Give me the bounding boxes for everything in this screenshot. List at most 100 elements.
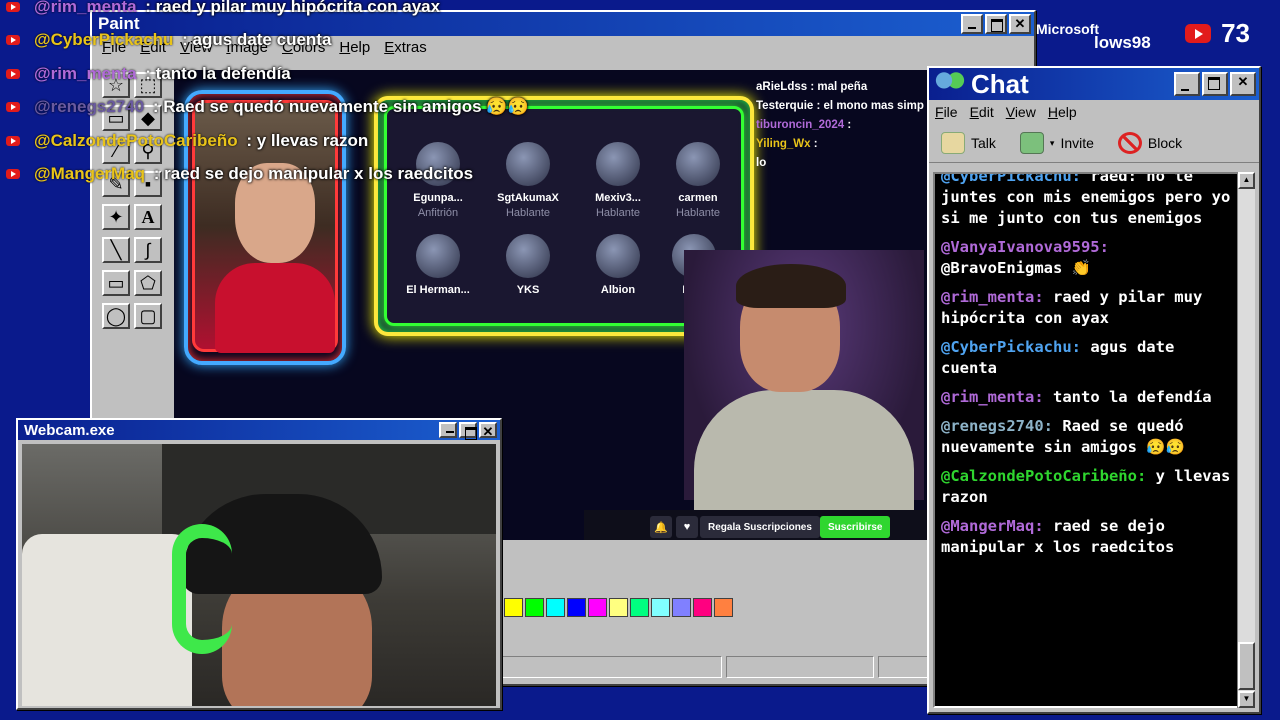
streamer-hair — [736, 264, 846, 308]
scroll-thumb[interactable] — [1238, 642, 1255, 690]
text-tool[interactable]: A — [134, 204, 162, 230]
chat-message: @VanyaIvanova9595: @BravoEnigmas 👏 — [941, 237, 1233, 279]
speaker-name: carmen — [678, 192, 718, 204]
overlay-chat: @rim_menta : raed y pilar muy hipócrita … — [0, 0, 560, 191]
heart-icon[interactable]: ♥ — [676, 516, 698, 538]
talk-button[interactable]: Talk — [941, 132, 996, 154]
speaker-name: YKS — [516, 284, 540, 296]
speaker-tile[interactable]: El Herman... — [398, 234, 478, 296]
chat-menu-help[interactable]: Help — [1048, 104, 1077, 120]
subscribe-button[interactable]: Suscribirse — [820, 516, 891, 538]
overlay-chat-text: tanto la defendía — [155, 63, 291, 83]
microsoft-windows98-logo: Microsoft lows98 — [1036, 22, 1151, 52]
overlay-chat-text: y llevas razon — [256, 130, 369, 150]
overlay-chat-text: Raed se quedó nuevamente sin amigos 😥😥 — [163, 97, 529, 117]
rectangle-tool[interactable]: ▭ — [102, 270, 130, 296]
polygon-tool[interactable]: ⬠ — [134, 270, 162, 296]
webcam-minimize-button[interactable] — [439, 422, 457, 438]
scroll-down-button[interactable]: ▼ — [1238, 691, 1255, 708]
chat-messages[interactable]: @CyberPickachu: raed: no te juntes con m… — [933, 172, 1241, 708]
chat-message-user[interactable]: @CyberPickachu: — [941, 338, 1081, 356]
speaker-role: Hablante — [675, 207, 721, 219]
chat-message-user[interactable]: @rim_menta: — [941, 388, 1044, 406]
speaker-tile[interactable]: YKS — [488, 234, 568, 296]
viewer-count: 73 — [1221, 18, 1250, 48]
block-button[interactable]: Block — [1117, 132, 1183, 154]
invite-button[interactable]: ▾ Invite — [1019, 132, 1094, 154]
speaker-tile[interactable]: carmen Hablante — [658, 142, 738, 219]
chat-message: @renegs2740: Raed se quedó nuevamente si… — [941, 416, 1233, 458]
block-icon — [1117, 132, 1142, 154]
overlay-chat-text: agus date cuenta — [192, 30, 332, 50]
webcam-close-button[interactable] — [479, 422, 497, 439]
speaker-avatar — [506, 234, 550, 278]
chat-scrollbar[interactable]: ▲ ▼ — [1237, 172, 1255, 708]
chat-message-user[interactable]: @CalzondePotoCaribeño: — [941, 467, 1146, 485]
chat-message: @MangerMaq: raed se dejo manipular x los… — [941, 516, 1233, 558]
block-label: Block — [1147, 135, 1183, 151]
overlay-chat-user: @rim_menta — [34, 63, 137, 83]
chat-menu-view[interactable]: View — [1006, 104, 1036, 120]
youtube-icon — [6, 169, 20, 180]
webcam-titlebar[interactable]: Webcam.exe — [18, 420, 500, 440]
green-headset — [172, 524, 232, 654]
speaker-avatar — [596, 142, 640, 186]
chat-message-text: @BravoEnigmas 👏 — [941, 259, 1091, 277]
palette-swatch[interactable] — [609, 598, 628, 617]
ellipse-tool[interactable]: ◯ — [102, 303, 130, 329]
palette-swatch[interactable] — [630, 598, 649, 617]
overlay-chat-row: @rim_menta : tanto la defendía — [0, 57, 560, 91]
chat-message-user[interactable]: @rim_menta: — [941, 288, 1044, 306]
youtube-icon — [1185, 24, 1212, 43]
second-streamer-video — [684, 250, 924, 510]
chat-minimize-button[interactable] — [1174, 72, 1200, 96]
rounded-rect-tool[interactable]: ▢ — [134, 303, 162, 329]
airbrush-tool[interactable]: ✦ — [102, 204, 130, 230]
line-tool[interactable]: ╲ — [102, 237, 130, 263]
speaker-role: Anfitrión — [417, 207, 459, 219]
palette-swatch[interactable] — [714, 598, 733, 617]
side-chat-text: : — [844, 119, 852, 131]
overlay-chat-sep: : — [140, 0, 156, 16]
speaker-tile[interactable]: Albion — [578, 234, 658, 296]
overlay-chat-sep: : — [148, 97, 164, 117]
chat-maximize-button[interactable] — [1202, 72, 1228, 96]
chat-menu-file[interactable]: File — [935, 104, 958, 120]
chat-message-user[interactable]: @renegs2740: — [941, 417, 1053, 435]
gaming-chair — [22, 534, 192, 706]
overlay-chat-sep: : — [241, 130, 257, 150]
scroll-up-button[interactable]: ▲ — [1238, 172, 1255, 189]
chat-message-user[interactable]: @MangerMaq: — [941, 517, 1044, 535]
palette-swatch[interactable] — [525, 598, 544, 617]
youtube-icon — [6, 135, 20, 146]
bell-icon[interactable]: 🔔 — [650, 516, 672, 538]
palette-swatch[interactable] — [504, 598, 523, 617]
chat-menubar: File Edit View Help — [929, 100, 1259, 124]
palette-swatch[interactable] — [546, 598, 565, 617]
chat-menu-edit[interactable]: Edit — [970, 104, 994, 120]
curve-tool[interactable]: ∫ — [134, 237, 162, 263]
paint-maximize-button[interactable] — [985, 14, 1007, 34]
palette-swatch[interactable] — [588, 598, 607, 617]
overlay-chat-row: @CyberPickachu : agus date cuenta — [0, 24, 560, 58]
ms-logo-bottom: lows98 — [1094, 33, 1151, 52]
paint-close-button[interactable] — [1009, 14, 1031, 34]
paint-minimize-button[interactable] — [961, 14, 983, 34]
webcam-maximize-button[interactable] — [459, 422, 477, 440]
chat-titlebar[interactable]: Chat — [929, 68, 1259, 100]
speaker-tile[interactable]: Mexiv3... Hablante — [578, 142, 658, 219]
talk-icon — [941, 132, 965, 154]
chat-message-user[interactable]: @VanyaIvanova9595: — [941, 238, 1109, 256]
side-chat-user: Testerquie — [756, 100, 814, 112]
chat-close-button[interactable] — [1230, 72, 1256, 96]
chat-message-user[interactable]: @CyberPickachu: — [941, 174, 1081, 185]
palette-swatch[interactable] — [672, 598, 691, 617]
palette-swatch[interactable] — [693, 598, 712, 617]
side-chat-text: lo — [756, 157, 767, 169]
speaker-avatar — [596, 234, 640, 278]
webcam-title: Webcam.exe — [24, 421, 115, 439]
webcam-window: Webcam.exe — [16, 418, 502, 710]
gift-subs-button[interactable]: Regala Suscripciones — [700, 516, 820, 538]
palette-swatch[interactable] — [651, 598, 670, 617]
palette-swatch[interactable] — [567, 598, 586, 617]
